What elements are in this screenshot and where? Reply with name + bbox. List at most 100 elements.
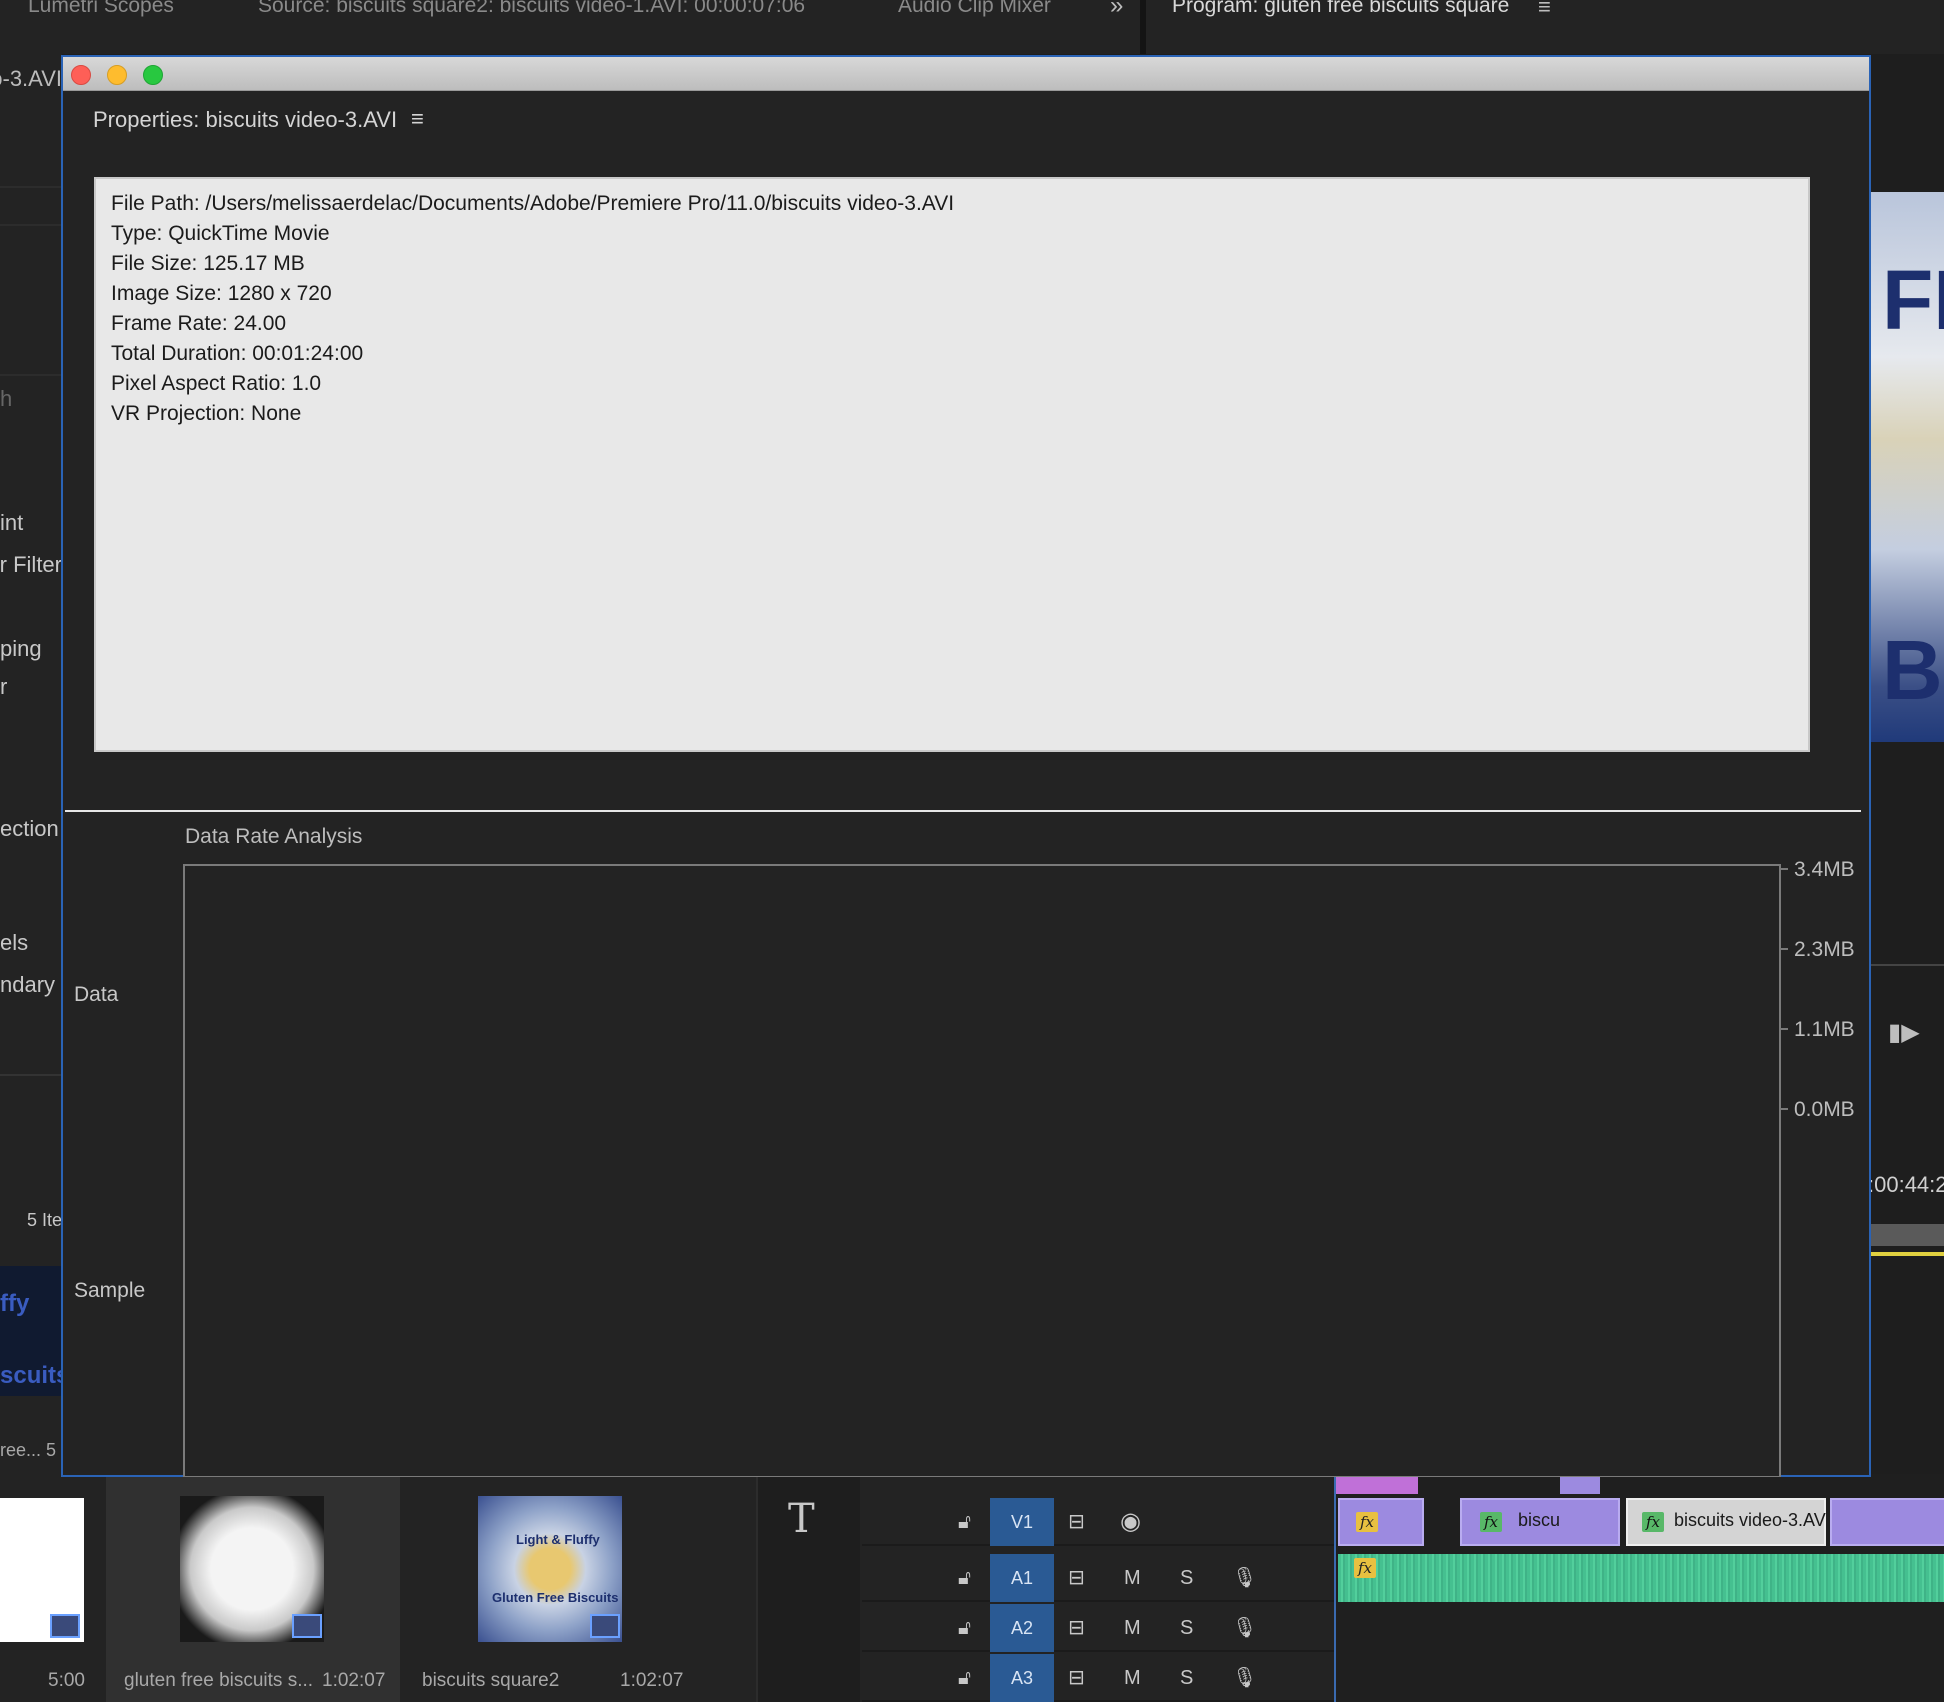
track-row-v1: 🔓︎ V1 ⊟ ◉ <box>862 1498 1334 1546</box>
effect-item[interactable]: r <box>0 674 62 700</box>
work-area-bar[interactable] <box>1868 1252 1944 1256</box>
divider <box>0 224 62 226</box>
timeline-clip[interactable] <box>1560 1474 1600 1494</box>
search-fragment[interactable]: h <box>0 386 62 412</box>
panel-divider[interactable] <box>1140 0 1146 54</box>
info-image-size: Image Size: 1280 x 720 <box>111 282 332 305</box>
timeline-clip[interactable]: fx biscu <box>1460 1498 1620 1546</box>
toggle-output-icon[interactable]: ⊟ <box>1068 1604 1085 1652</box>
effect-item[interactable]: int <box>0 510 62 536</box>
type-tool-icon[interactable]: T <box>788 1496 815 1542</box>
panel-tab-bar: Lumetri Scopes Source: biscuits square2:… <box>0 0 1944 54</box>
eye-icon[interactable]: ◉ <box>1120 1498 1141 1546</box>
properties-dialog: Properties: biscuits video-3.AVI ≡ File … <box>61 55 1871 1477</box>
info-file-path: File Path: /Users/melissaerdelac/Documen… <box>111 192 955 215</box>
info-type: Type: QuickTime Movie <box>111 222 330 245</box>
frame-text: FI <box>1882 253 1944 347</box>
monitor-ruler[interactable] <box>1868 954 1944 966</box>
effect-item[interactable]: r Filter <box>0 552 62 578</box>
toggle-output-icon[interactable]: ⊟ <box>1068 1498 1085 1546</box>
effect-item[interactable]: ndary <box>0 972 62 998</box>
fx-badge: fx <box>1356 1512 1378 1532</box>
program-menu-icon[interactable]: ≡ <box>1538 0 1551 20</box>
lock-icon[interactable]: 🔓︎ <box>958 1654 971 1702</box>
frame-text: B <box>1882 623 1943 717</box>
bin-duration: 1:02:07 <box>322 1670 386 1691</box>
chart-y-ticks: 3.4MB 2.3MB 1.1MB 0.0MB <box>1780 858 1855 1121</box>
zoom-scrollbar[interactable] <box>1868 1224 1944 1246</box>
fx-badge: fx <box>1642 1512 1664 1532</box>
thumbnail-text: Gluten Free Biscuits <box>492 1590 619 1605</box>
mute-button[interactable]: M <box>1124 1554 1141 1602</box>
timecode: :00:44:2 <box>1868 1172 1944 1197</box>
panel-splitter[interactable] <box>65 810 1861 812</box>
info-file-size: File Size: 125.17 MB <box>111 252 305 275</box>
lock-icon[interactable]: 🔓︎ <box>958 1498 971 1546</box>
step-forward-icon[interactable]: ▮▶ <box>1888 1018 1920 1047</box>
info-vr-projection: VR Projection: None <box>111 402 302 425</box>
info-pixel-aspect-ratio: Pixel Aspect Ratio: 1.0 <box>111 372 322 395</box>
effect-item[interactable]: ection <box>0 816 62 842</box>
track-headers: 🔓︎ V1 ⊟ ◉ 🔓︎ A1 ⊟ M S 🎙︎ 🔓︎ A2 ⊟ M S 🎙︎ … <box>862 1474 1334 1702</box>
bin-duration: 5:00 <box>48 1670 85 1691</box>
program-video-frame: FI B <box>1868 192 1944 742</box>
timeline-tracks: fx fx biscu fx biscuits video-3.AV fx <box>1334 1474 1944 1702</box>
hamburger-icon[interactable]: ≡ <box>411 106 424 132</box>
bin-item-label: gluten free biscuits s... <box>124 1670 314 1691</box>
window-titlebar[interactable] <box>63 57 1869 91</box>
track-row-a2: 🔓︎ A2 ⊟ M S 🎙︎ <box>862 1604 1334 1652</box>
bin-thumbnail[interactable]: ffy scuits <box>0 1266 69 1396</box>
timeline-clip[interactable]: fx <box>1338 1498 1424 1546</box>
mute-button[interactable]: M <box>1124 1654 1141 1702</box>
mute-button[interactable]: M <box>1124 1604 1141 1652</box>
timeline-clip[interactable] <box>1830 1498 1944 1546</box>
audio-clip-waveform[interactable]: fx <box>1338 1554 1944 1602</box>
lock-icon[interactable]: 🔓︎ <box>958 1604 971 1652</box>
solo-button[interactable]: S <box>1180 1654 1193 1702</box>
bin-item-label: biscuits square2 <box>422 1670 560 1691</box>
clip-label: biscu <box>1518 1510 1561 1530</box>
close-icon[interactable] <box>71 65 91 85</box>
panel-title: Properties: biscuits video-3.AVI <box>93 107 398 132</box>
clip-label: biscuits video-3.AV <box>1674 1510 1826 1530</box>
toggle-output-icon[interactable]: ⊟ <box>1068 1554 1085 1602</box>
solo-button[interactable]: S <box>1180 1554 1193 1602</box>
chart-y-tick-label: 2.3MB <box>1794 938 1855 961</box>
maximize-icon[interactable] <box>143 65 163 85</box>
chart-y-tick-label: 3.4MB <box>1794 858 1855 881</box>
item-count: 5 Ite <box>26 1210 62 1230</box>
sequence-icon <box>50 1614 80 1638</box>
lock-icon[interactable]: 🔓︎ <box>958 1554 971 1602</box>
bin-duration: 1:02:07 <box>620 1670 684 1691</box>
solo-button[interactable]: S <box>1180 1604 1193 1652</box>
info-frame-rate: Frame Rate: 24.00 <box>111 312 287 335</box>
clip-name-fragment: eo-3.AVI <box>0 66 62 91</box>
data-rate-chart: 3.4MB 2.3MB 1.1MB 0.0MB <box>183 858 1855 1477</box>
thumbnail-text: scuits <box>0 1362 70 1389</box>
overflow-chevron-icon[interactable]: » <box>1110 0 1123 20</box>
fx-badge: fx <box>1480 1512 1502 1532</box>
mic-icon[interactable]: 🎙︎ <box>1232 1604 1257 1652</box>
timeline-clip-selected[interactable]: fx biscuits video-3.AV <box>1626 1498 1826 1546</box>
tab-source-monitor[interactable]: Source: biscuits square2: biscuits video… <box>258 0 805 18</box>
effect-item[interactable]: els <box>0 930 62 956</box>
track-label-a3[interactable]: A3 <box>990 1654 1054 1702</box>
info-total-duration: Total Duration: 00:01:24:00 <box>111 342 364 365</box>
track-label-v1[interactable]: V1 <box>990 1498 1054 1546</box>
tab-program-monitor[interactable]: Program: gluten free biscuits square <box>1172 0 1509 18</box>
timeline-clip[interactable] <box>1336 1474 1418 1494</box>
thumbnail-text: ffy <box>0 1290 30 1317</box>
mic-icon[interactable]: 🎙︎ <box>1232 1654 1257 1702</box>
tab-audio-clip-mixer[interactable]: Audio Clip Mixer <box>898 0 1051 18</box>
toggle-output-icon[interactable]: ⊟ <box>1068 1654 1085 1702</box>
tab-lumetri-scopes[interactable]: Lumetri Scopes <box>28 0 174 18</box>
minimize-icon[interactable] <box>107 65 127 85</box>
properties-info-box: File Path: /Users/melissaerdelac/Documen… <box>94 177 1810 752</box>
track-label-a2[interactable]: A2 <box>990 1604 1054 1652</box>
mic-icon[interactable]: 🎙︎ <box>1232 1554 1257 1602</box>
program-monitor: FI B ▮▶ :00:44:2 <box>1868 54 1944 1474</box>
chart-y-tick-label: 1.1MB <box>1794 1018 1855 1041</box>
chart-plot-area <box>183 864 1781 1477</box>
effect-item[interactable]: ping <box>0 636 62 662</box>
track-label-a1[interactable]: A1 <box>990 1554 1054 1602</box>
